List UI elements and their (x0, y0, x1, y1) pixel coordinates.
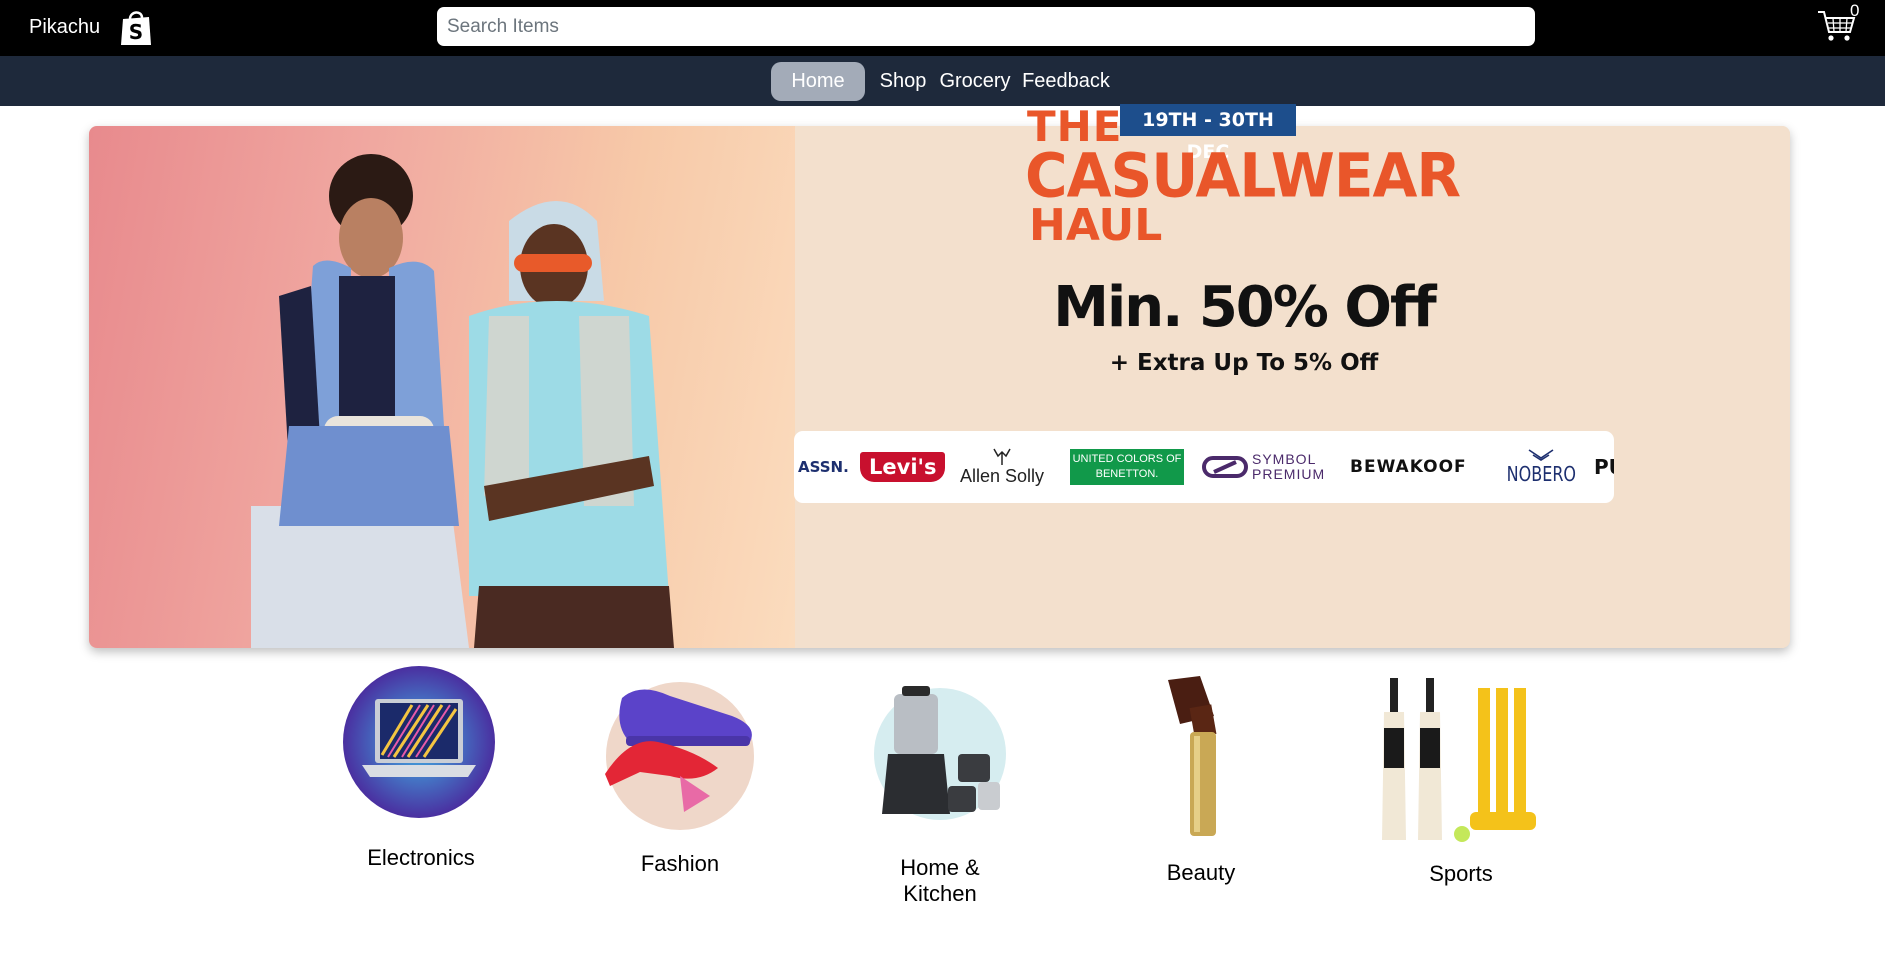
electronics-laptop-icon (343, 666, 495, 818)
sports-cricket-icon (1382, 678, 1536, 842)
deer-icon (993, 448, 1011, 465)
top-bar: Pikachu S 0 (0, 0, 1885, 56)
nav-item-shop[interactable]: Shop (872, 62, 934, 101)
brand-logo-allen-solly: Allen Solly (960, 431, 1044, 503)
category-label-home-kitchen: Home & Kitchen (900, 855, 980, 906)
brand-logo-bewakoof: BEWAKOOF (1350, 457, 1467, 477)
brand-logo-nobero: NOBERO (1498, 431, 1585, 503)
banner-title-haul: HAUL (1029, 200, 1163, 251)
nav-item-feedback[interactable]: Feedback (1018, 62, 1114, 101)
wings-icon (1528, 449, 1554, 461)
shopping-bag-logo-icon[interactable]: S (118, 7, 154, 47)
brand-logo-puma: PU (1594, 455, 1614, 479)
search-input[interactable] (437, 7, 1535, 46)
banner-date-badge: 19TH - 30TH DEC (1120, 104, 1296, 163)
fashion-shoes-icon (605, 682, 754, 830)
promo-banner[interactable] (89, 126, 1790, 648)
cart-count-badge: 0 (1850, 1, 1860, 20)
category-label-fashion: Fashion (640, 851, 720, 876)
brand-logo-symbol: SYMBOL PREMIUM (1202, 431, 1326, 503)
category-label-electronics: Electronics (367, 845, 475, 870)
symbol-logo-icon (1202, 456, 1248, 478)
banner-offer-subtext: + Extra Up To 5% Off (1109, 350, 1379, 376)
nav-bar: Home Shop Grocery Feedback (0, 56, 1885, 106)
brand-logo-strip: ASSN. Levi's Allen Solly UNITED COLORS O… (794, 431, 1614, 503)
svg-text:S: S (129, 20, 143, 44)
nav-item-grocery[interactable]: Grocery (935, 62, 1015, 101)
home-kitchen-mixer-icon (874, 686, 1006, 820)
category-label-sports: Sports (1429, 861, 1493, 886)
beauty-lipstick-icon (1168, 676, 1217, 836)
banner-offer-text: Min. 50% Off (1053, 275, 1436, 340)
brand-logo-assn: ASSN. (798, 458, 849, 476)
banner-models-photo (89, 126, 795, 648)
brand-logo-levis: Levi's (860, 431, 946, 503)
nav-item-home[interactable]: Home (771, 62, 865, 101)
brand-name[interactable]: Pikachu (29, 14, 100, 40)
brand-logo-benetton: UNITED COLORS OF BENETTON. (1070, 431, 1184, 503)
category-label-beauty: Beauty (1166, 860, 1236, 885)
